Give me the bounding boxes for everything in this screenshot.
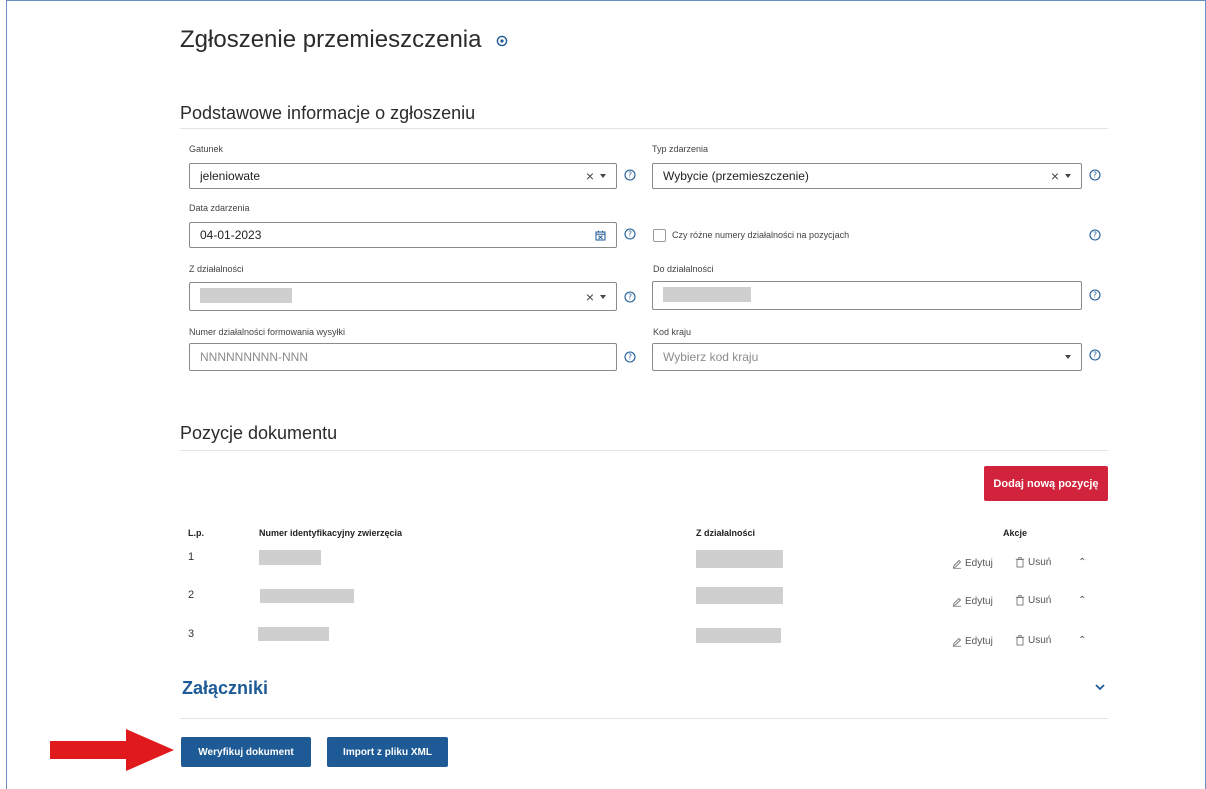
svg-text:?: ? xyxy=(628,353,632,362)
question-icon[interactable]: ? xyxy=(624,169,636,181)
row-lp: 2 xyxy=(188,589,195,601)
gatunek-select[interactable]: jeleniowate × xyxy=(189,163,617,189)
z-dzialalnosci-label: Z działalności xyxy=(189,264,244,274)
typ-zdarzenia-label: Typ zdarzenia xyxy=(652,144,709,154)
verify-document-button[interactable]: Weryfikuj dokument xyxy=(181,737,311,767)
row-lp: 3 xyxy=(188,628,195,640)
numer-formowania-label: Numer działalności formowania wysyłki xyxy=(189,327,346,337)
data-zdarzenia-input[interactable]: 04-01-2023 xyxy=(189,222,617,248)
trash-icon xyxy=(1015,635,1025,646)
question-icon[interactable]: ? xyxy=(624,291,636,303)
question-icon[interactable]: ? xyxy=(624,351,636,363)
numer-formowania-input[interactable]: NNNNNNNNN-NNN xyxy=(189,343,617,371)
positions-section-title: Pozycje dokumentu xyxy=(180,423,338,443)
kod-kraju-placeholder: Wybierz kod kraju xyxy=(663,350,759,364)
calendar-icon[interactable] xyxy=(595,230,606,241)
kod-kraju-select[interactable]: Wybierz kod kraju xyxy=(652,343,1082,371)
kod-kraju-label: Kod kraju xyxy=(653,327,692,337)
rozne-numery-checkbox[interactable] xyxy=(653,229,666,242)
redacted-value xyxy=(200,287,292,303)
delete-button[interactable]: Usuń xyxy=(1015,595,1051,606)
do-dzialalnosci-label: Do działalności xyxy=(653,264,714,274)
attachments-toggle[interactable]: Załączniki xyxy=(182,678,268,699)
rozne-numery-label: Czy różne numery działalności na pozycja… xyxy=(672,230,850,240)
svg-text:?: ? xyxy=(628,230,632,239)
svg-text:?: ? xyxy=(628,171,632,180)
question-icon[interactable]: ? xyxy=(1089,349,1101,361)
pencil-icon xyxy=(952,637,962,647)
column-header-numer: Numer identyfikacyjny zwierzęcia xyxy=(259,528,403,538)
clear-icon[interactable]: × xyxy=(586,168,594,184)
chevron-up-icon[interactable]: ⌃ xyxy=(1078,595,1086,606)
trash-icon xyxy=(1015,595,1025,606)
edit-button[interactable]: Edytuj xyxy=(952,558,993,569)
section-divider xyxy=(180,718,1108,719)
z-dzialalnosci-select[interactable]: × xyxy=(189,282,617,311)
import-xml-button[interactable]: Import z pliku XML xyxy=(327,737,448,767)
annotation-arrow-icon xyxy=(50,729,174,771)
typ-zdarzenia-value: Wybycie (przemieszczenie) xyxy=(663,169,809,183)
chevron-down-icon[interactable] xyxy=(1065,355,1071,359)
delete-label: Usuń xyxy=(1028,595,1052,606)
clear-icon[interactable]: × xyxy=(586,289,594,305)
edit-label: Edytuj xyxy=(965,596,993,607)
redacted-animal-id xyxy=(260,589,354,603)
column-header-z-dzialalnosci: Z działalności xyxy=(696,528,756,538)
help-icon[interactable] xyxy=(496,35,508,47)
window-border-left xyxy=(6,0,7,789)
column-header-akcje: Akcje xyxy=(1003,528,1028,538)
pencil-icon xyxy=(952,597,962,607)
gatunek-value: jeleniowate xyxy=(200,169,261,183)
section-divider xyxy=(180,450,1108,451)
delete-label: Usuń xyxy=(1028,635,1052,646)
redacted-dzialalnosc xyxy=(696,587,783,604)
column-header-lp: L.p. xyxy=(188,528,204,538)
basic-section-title: Podstawowe informacje o zgłoszeniu xyxy=(180,103,476,123)
question-icon[interactable]: ? xyxy=(1089,289,1101,301)
svg-text:?: ? xyxy=(1093,171,1097,180)
chevron-down-icon[interactable] xyxy=(1065,174,1071,178)
pencil-icon xyxy=(952,559,962,569)
data-zdarzenia-value: 04-01-2023 xyxy=(200,228,262,242)
svg-text:?: ? xyxy=(1093,291,1097,300)
data-zdarzenia-label: Data zdarzenia xyxy=(189,203,250,213)
question-icon[interactable]: ? xyxy=(1089,229,1101,241)
do-dzialalnosci-input[interactable] xyxy=(652,281,1082,310)
chevron-down-icon[interactable] xyxy=(1094,682,1106,692)
page-title: Zgłoszenie przemieszczenia xyxy=(180,26,508,54)
redacted-animal-id xyxy=(259,550,321,565)
question-icon[interactable]: ? xyxy=(624,228,636,240)
section-divider xyxy=(180,128,1108,129)
chevron-up-icon[interactable]: ⌃ xyxy=(1078,635,1086,646)
page-title-text: Zgłoszenie przemieszczenia xyxy=(180,26,482,53)
edit-button[interactable]: Edytuj xyxy=(952,636,993,647)
edit-label: Edytuj xyxy=(965,558,993,569)
delete-button[interactable]: Usuń xyxy=(1015,557,1051,568)
trash-icon xyxy=(1015,557,1025,568)
numer-formowania-placeholder: NNNNNNNNN-NNN xyxy=(200,350,308,364)
chevron-down-icon[interactable] xyxy=(600,294,606,299)
svg-text:?: ? xyxy=(628,293,632,302)
add-position-button[interactable]: Dodaj nową pozycję xyxy=(984,466,1108,501)
edit-label: Edytuj xyxy=(965,636,993,647)
question-icon[interactable]: ? xyxy=(1089,169,1101,181)
redacted-animal-id xyxy=(258,627,329,641)
typ-zdarzenia-select[interactable]: Wybycie (przemieszczenie) × xyxy=(652,163,1082,189)
redacted-dzialalnosc xyxy=(696,550,783,568)
svg-text:?: ? xyxy=(1093,231,1097,240)
window-border-top xyxy=(6,0,1206,1)
redacted-dzialalnosc xyxy=(696,628,781,643)
delete-button[interactable]: Usuń xyxy=(1015,635,1051,646)
row-lp: 1 xyxy=(188,551,195,563)
redacted-value xyxy=(663,286,751,302)
chevron-down-icon[interactable] xyxy=(600,174,606,178)
clear-icon[interactable]: × xyxy=(1051,168,1059,184)
edit-button[interactable]: Edytuj xyxy=(952,596,993,607)
chevron-up-icon[interactable]: ⌃ xyxy=(1078,557,1086,568)
delete-label: Usuń xyxy=(1028,557,1052,568)
svg-text:?: ? xyxy=(1093,351,1097,360)
gatunek-label: Gatunek xyxy=(189,144,224,154)
